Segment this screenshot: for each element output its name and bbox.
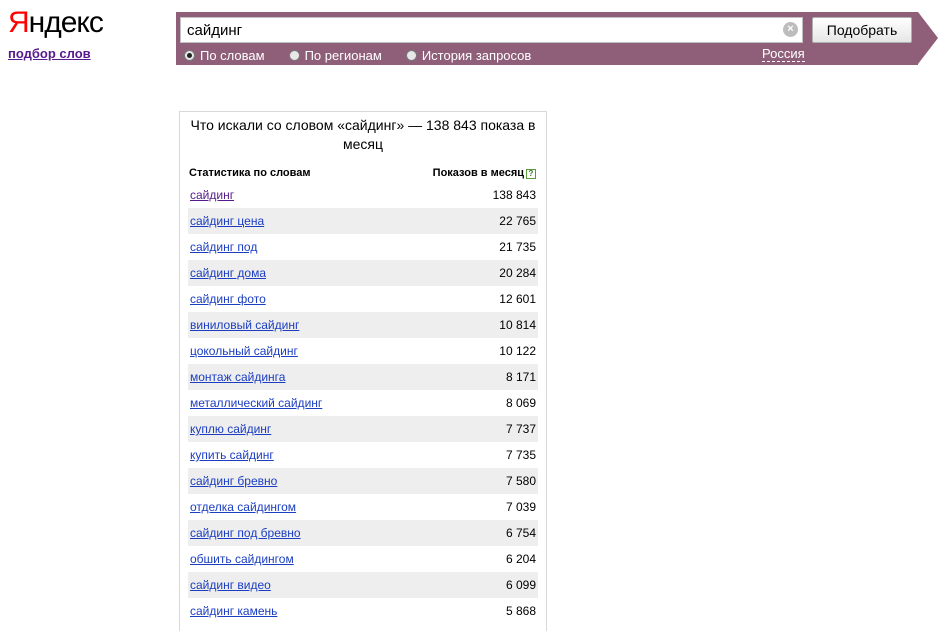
keyword-link[interactable]: сайдинг дома <box>190 266 266 280</box>
shows-count: 7 580 <box>505 474 536 488</box>
shows-count: 21 735 <box>499 240 536 254</box>
keyword-link[interactable]: цокольный сайдинг <box>190 344 298 358</box>
shows-count: 8 069 <box>505 396 536 410</box>
option-label: По словам <box>200 47 265 63</box>
shows-count: 6 754 <box>505 526 536 540</box>
table-row: сайдинг 138 843 <box>188 182 538 208</box>
table-row: сайдинг дома 20 284 <box>188 260 538 286</box>
shows-count: 12 601 <box>499 292 536 306</box>
results-title: Что искали со словом «сайдинг» — 138 843… <box>190 117 536 152</box>
table-header: Статистика по словам Показов в месяц? <box>188 164 538 182</box>
search-bar: × Подобрать По словам По регионам Истори… <box>176 12 918 65</box>
shows-count: 138 843 <box>492 188 536 202</box>
shows-count: 7 039 <box>505 500 536 514</box>
keyword-link[interactable]: виниловый сайдинг <box>190 318 299 332</box>
radio-icon[interactable] <box>405 49 417 61</box>
keyword-link[interactable]: монтаж сайдинга <box>190 370 285 384</box>
col-shows-wrap: Показов в месяц? <box>433 167 536 179</box>
option-by-words[interactable]: По словам <box>184 48 265 63</box>
shows-count: 10 122 <box>499 344 536 358</box>
table-row: сайдинг фото 12 601 <box>188 286 538 312</box>
col-shows: Показов в месяц <box>432 167 524 179</box>
logo-block: Яндекс подбор слов <box>8 4 108 61</box>
table-row: обшить сайдингом 6 204 <box>188 546 538 572</box>
keyword-link[interactable]: сайдинг под <box>190 240 257 254</box>
table-row: сайдинг камень 5 868 <box>188 598 538 624</box>
table-row: монтаж сайдинга 8 171 <box>188 364 538 390</box>
logo-first-letter: Я <box>8 6 30 39</box>
table-row: куплю сайдинг 7 737 <box>188 416 538 442</box>
keyword-link[interactable]: сайдинг под бревно <box>190 526 301 540</box>
table-row: сайдинг под бревно 6 754 <box>188 520 538 546</box>
shows-count: 6 099 <box>505 578 536 592</box>
shows-count: 7 735 <box>505 448 536 462</box>
option-history[interactable]: История запросов <box>405 47 532 63</box>
option-label: История запросов <box>421 47 532 63</box>
keyword-link[interactable]: сайдинг видео <box>190 578 271 592</box>
shows-count: 20 284 <box>499 266 536 280</box>
keyword-link[interactable]: купить сайдинг <box>190 448 274 462</box>
keyword-link[interactable]: отделка сайдингом <box>190 500 296 514</box>
results-table: Статистика по словам Показов в месяц? са… <box>188 164 538 624</box>
shows-count: 10 814 <box>499 318 536 332</box>
clear-icon[interactable]: × <box>783 22 798 37</box>
keyword-link[interactable]: сайдинг цена <box>190 214 264 228</box>
submit-button[interactable]: Подобрать <box>812 17 912 43</box>
shows-count: 5 868 <box>505 604 536 618</box>
keyword-link[interactable]: металлический сайдинг <box>190 396 322 410</box>
keyword-link[interactable]: сайдинг <box>190 188 234 202</box>
table-row: сайдинг цена 22 765 <box>188 208 538 234</box>
table-row: купить сайдинг 7 735 <box>188 442 538 468</box>
col-keywords: Статистика по словам <box>189 167 311 179</box>
table-row: цокольный сайдинг 10 122 <box>188 338 538 364</box>
table-row: виниловый сайдинг 10 814 <box>188 312 538 338</box>
table-row: сайдинг видео 6 099 <box>188 572 538 598</box>
logo-rest: ндекс <box>28 6 104 39</box>
radio-icon-checked[interactable] <box>184 49 195 61</box>
option-by-regions[interactable]: По регионам <box>288 47 382 63</box>
wordstat-link[interactable]: подбор слов <box>8 46 91 61</box>
keyword-link[interactable]: сайдинг фото <box>190 292 266 306</box>
radio-icon[interactable] <box>288 49 300 61</box>
shows-count: 22 765 <box>499 214 536 228</box>
table-row: отделка сайдингом 7 039 <box>188 494 538 520</box>
search-bar-arrow <box>918 12 938 64</box>
keyword-link[interactable]: обшить сайдингом <box>190 552 294 566</box>
region-selector[interactable]: Россия <box>762 46 805 62</box>
results-panel: Что искали со словом «сайдинг» — 138 843… <box>179 111 547 631</box>
shows-count: 6 204 <box>505 552 536 566</box>
yandex-logo[interactable]: Яндекс <box>8 4 108 42</box>
table-row: сайдинг под 21 735 <box>188 234 538 260</box>
shows-count: 7 737 <box>505 422 536 436</box>
keyword-link[interactable]: сайдинг камень <box>190 604 277 618</box>
search-input[interactable] <box>180 17 803 43</box>
shows-count: 8 171 <box>505 370 536 384</box>
help-icon[interactable]: ? <box>526 169 536 179</box>
table-row: металлический сайдинг 8 069 <box>188 390 538 416</box>
keyword-link[interactable]: куплю сайдинг <box>190 422 271 436</box>
keyword-link[interactable]: сайдинг бревно <box>190 474 277 488</box>
table-row: сайдинг бревно 7 580 <box>188 468 538 494</box>
option-label: По регионам <box>304 47 382 63</box>
search-mode-options: По словам По регионам История запросов <box>184 47 555 63</box>
